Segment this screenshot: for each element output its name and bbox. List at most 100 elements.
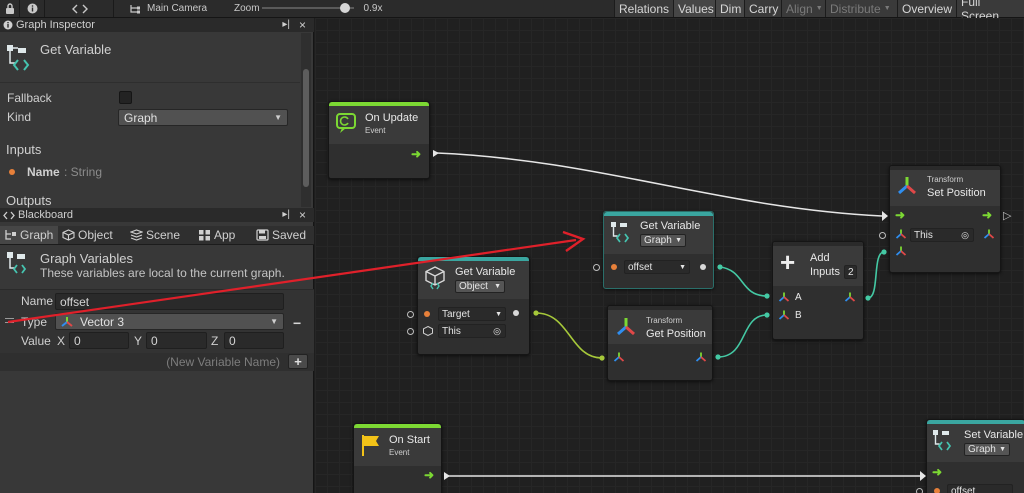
chevron-down-icon: ▼ — [274, 113, 282, 122]
flow-in-port[interactable]: ➜ — [932, 465, 942, 479]
vector3-icon — [695, 352, 707, 362]
close-icon[interactable]: × — [299, 18, 306, 32]
save-icon — [256, 229, 269, 241]
node-subtitle: Event — [365, 126, 386, 135]
inputs-count-field[interactable]: 2 — [844, 265, 857, 279]
tab-object[interactable]: Object — [62, 226, 126, 244]
info-button[interactable] — [21, 0, 45, 17]
node-subtitle: Transform — [646, 316, 683, 325]
value-z-input[interactable]: 0 — [224, 332, 284, 349]
variable-kind-dropdown[interactable]: Graph ▼ — [964, 443, 1010, 456]
get-variable-icon — [611, 222, 630, 243]
distribute-dropdown[interactable]: Distribute ▼ — [825, 0, 897, 17]
set-variable-node[interactable]: Set Variable Graph ▼ ➜ offset — [916, 419, 1024, 493]
input-name-label: Name — [27, 165, 60, 179]
chevron-down-icon: ▼ — [815, 5, 823, 12]
target-field[interactable]: This ◎ — [910, 228, 974, 242]
variable-kind-dropdown[interactable]: Object ▼ — [455, 280, 505, 293]
app-icon — [199, 230, 210, 241]
get-variable-graph-node[interactable]: Get Variable Graph ▼ offset ▼ — [593, 211, 714, 289]
target-picker-icon[interactable]: ◎ — [961, 230, 969, 241]
dock-icon[interactable]: ▸| — [282, 19, 290, 30]
variable-type-dropdown[interactable]: Vector 3 ▼ — [55, 313, 284, 330]
graph-inspector-title: Graph Inspector — [16, 19, 95, 31]
add-variable-button[interactable]: + — [288, 354, 308, 369]
tab-app[interactable]: App — [198, 226, 244, 244]
graph-variables-icon — [7, 252, 27, 274]
set-position-node[interactable]: Transform Set Position ➜ ➜ This ◎ — [879, 165, 1001, 273]
drag-handle[interactable] — [5, 318, 14, 323]
dock-icon[interactable]: ▸| — [282, 209, 290, 220]
script-view-button[interactable] — [46, 0, 114, 17]
add-node[interactable]: + Add Inputs 2 A B — [772, 241, 864, 340]
node-title: Get Variable — [455, 266, 516, 278]
on-start-node[interactable]: On Start Event ➜ — [353, 423, 442, 493]
variable-name-label: Name — [21, 294, 54, 308]
graph-toolbar: Main Camera Zoom 0.9x Relations Values D… — [0, 0, 1024, 23]
overview-button[interactable]: Overview — [897, 0, 956, 17]
object-variable-icon — [425, 266, 445, 290]
vector3-icon — [895, 229, 907, 239]
variable-name-field[interactable]: offset — [947, 484, 1013, 493]
get-position-node[interactable]: Transform Get Position — [607, 305, 713, 381]
variable-kind-dropdown[interactable]: Graph ▼ — [640, 234, 686, 247]
inspector-scrollbar[interactable] — [301, 33, 311, 207]
target-input-port[interactable] — [879, 232, 886, 239]
close-icon[interactable]: × — [299, 208, 306, 222]
full-screen-button[interactable]: Full Screen — [956, 0, 1024, 23]
tab-graph[interactable]: Graph — [0, 226, 58, 244]
variable-kind-value: Object — [459, 281, 488, 292]
camera-selector[interactable]: Main Camera — [115, 0, 225, 17]
zoom-slider-handle[interactable] — [340, 3, 350, 13]
value-x-input[interactable]: 0 — [69, 332, 129, 349]
variable-name-field[interactable]: offset ▼ — [624, 260, 690, 274]
flag-icon — [362, 435, 379, 456]
flow-output-triangle-icon[interactable]: ▷ — [1003, 209, 1011, 222]
kind-dropdown[interactable]: Graph ▼ — [118, 109, 288, 126]
node-subtitle: Transform — [927, 175, 964, 184]
name-input-port[interactable] — [916, 488, 923, 493]
value-output-port[interactable] — [700, 264, 706, 270]
get-variable-object-node[interactable]: Get Variable Object ▼ Target ▼ This ◎ — [407, 256, 530, 355]
flow-out-port[interactable]: ➜ — [411, 147, 421, 161]
target-field[interactable]: Target ▼ — [438, 307, 506, 321]
fallback-checkbox[interactable] — [119, 91, 132, 104]
scene-icon — [130, 229, 143, 241]
node-title: Set Position — [927, 187, 986, 199]
variable-name-input[interactable]: offset — [55, 293, 284, 310]
target-input-port[interactable] — [407, 311, 414, 318]
string-port-dot — [611, 264, 617, 270]
z-label: Z — [211, 334, 219, 348]
flow-out-port[interactable]: ➜ — [982, 208, 992, 222]
remove-variable-button[interactable]: − — [293, 315, 301, 331]
vector3-icon — [895, 246, 907, 256]
dim-button[interactable]: Dim — [715, 0, 744, 17]
inspector-scroll-thumb[interactable] — [303, 69, 309, 187]
flow-in-port[interactable]: ➜ — [895, 208, 905, 222]
outputs-heading: Outputs — [6, 193, 52, 208]
object-input-port[interactable] — [407, 328, 414, 335]
object-field[interactable]: This ◎ — [438, 324, 506, 338]
graph-canvas[interactable]: On Update Event ➜ Get Variable Object ▼ T… — [315, 18, 1024, 493]
values-button[interactable]: Values — [673, 0, 715, 17]
zoom-value: 0.9x — [363, 3, 383, 14]
zoom-slider[interactable] — [262, 3, 354, 13]
tab-saved[interactable]: Saved — [256, 226, 312, 244]
carry-button[interactable]: Carry — [744, 0, 781, 17]
new-variable-name-input[interactable]: (New Variable Name) — [0, 353, 284, 371]
relations-button[interactable]: Relations — [614, 0, 673, 17]
flow-out-port[interactable]: ➜ — [424, 468, 434, 482]
transform-icon — [617, 318, 635, 336]
on-update-node[interactable]: On Update Event ➜ — [328, 101, 430, 179]
value-output-port[interactable] — [513, 310, 519, 316]
vector3-icon — [778, 292, 790, 302]
tab-object-label: Object — [78, 228, 113, 242]
tab-scene[interactable]: Scene — [130, 226, 186, 244]
lock-button[interactable] — [0, 0, 20, 17]
align-dropdown[interactable]: Align ▼ — [781, 0, 825, 17]
vector3-icon — [613, 352, 625, 362]
chevron-down-icon: ▼ — [999, 446, 1006, 453]
value-y-input[interactable]: 0 — [146, 332, 207, 349]
name-input-port[interactable] — [593, 264, 600, 271]
target-picker-icon[interactable]: ◎ — [493, 326, 501, 337]
